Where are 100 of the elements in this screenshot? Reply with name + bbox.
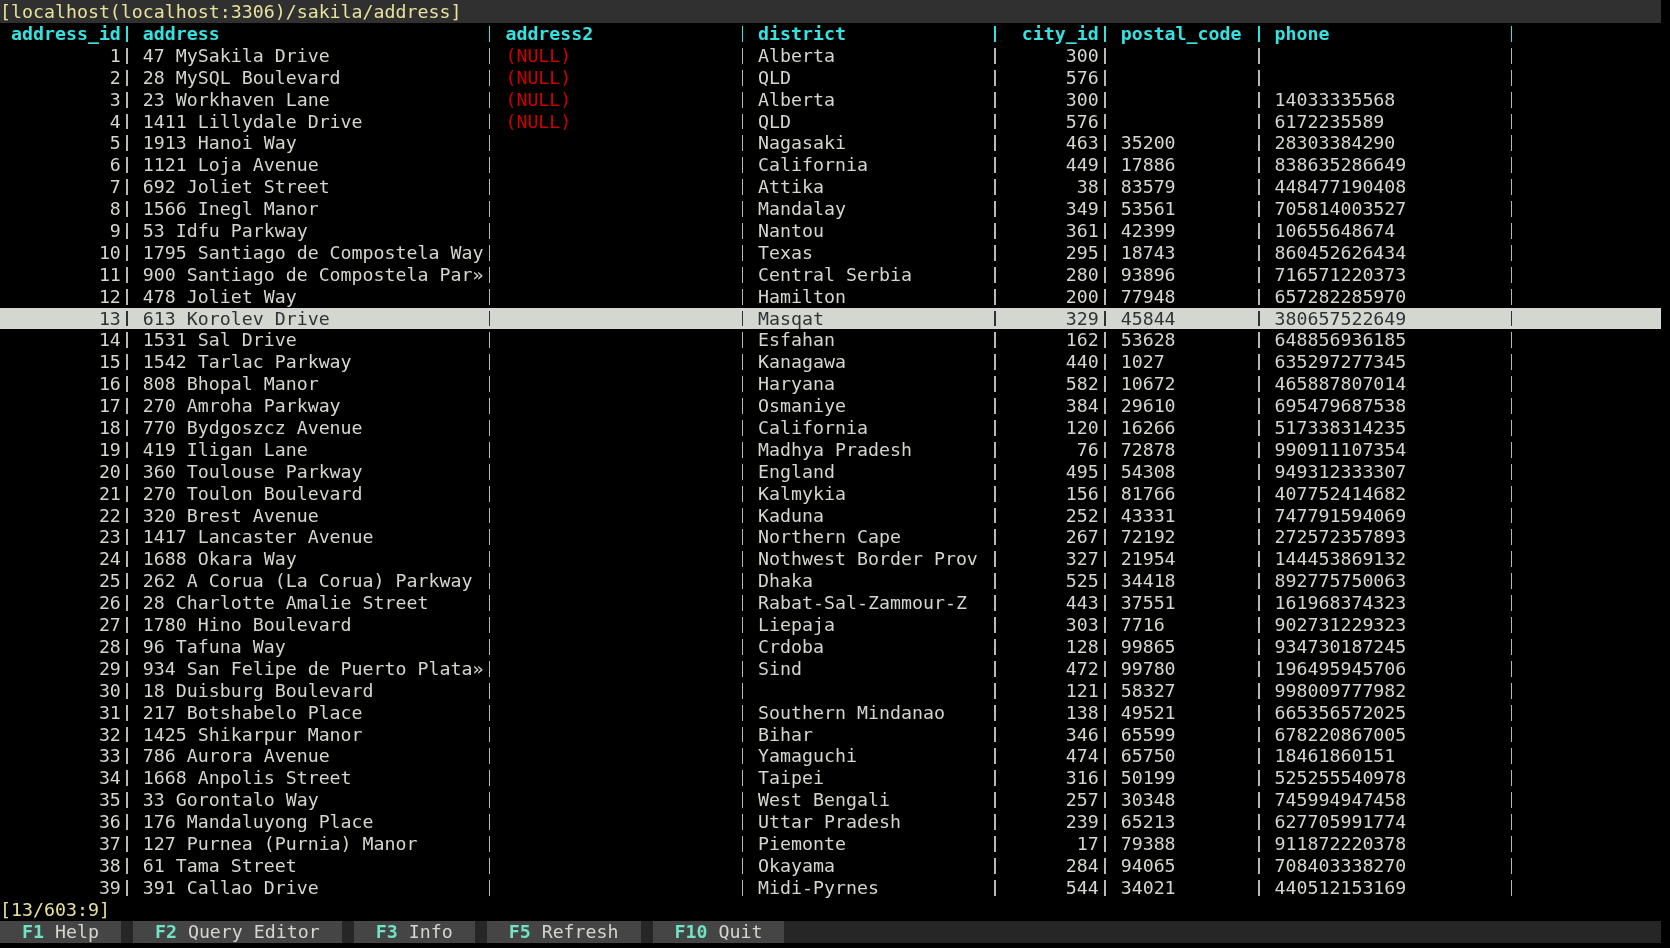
table-cell: 934730187245 [1274, 635, 1407, 658]
table-cell: 300 [1065, 88, 1099, 111]
table-row[interactable]: 29 934 San Felipe de Puerto Plata» Sind 472 99780 196495945706 [0, 657, 1670, 680]
table-row[interactable]: 17 270 Amroha Parkway Osmaniye 384 29610 695479687538 [0, 395, 1670, 418]
table-row[interactable]: 39 391 Callao Drive Midi-Pyrnes 544 34021 440512153169 [0, 876, 1670, 899]
table-cell: 8 [109, 198, 121, 220]
column-header: address2 [505, 23, 594, 45]
table-row[interactable]: 37 127 Purnea (Purnia) Manor Piemonte 17 79388 911872220378 [0, 832, 1670, 855]
table-row[interactable]: 22 320 Brest Avenue Kaduna 252 43331 747791594069 [0, 504, 1670, 527]
table-row[interactable]: 35 33 Gorontalo Way West Bengali 257 30348 745994947458 [0, 789, 1670, 812]
table-row[interactable]: 13 613 Korolev Drive Masqat 329 45844 380657522649 [0, 307, 1661, 330]
column-header: district [758, 23, 846, 45]
table-row[interactable]: 7 692 Joliet Street Attika 38 83579 448477190408 [0, 176, 1670, 199]
table-row[interactable]: 26 28 Charlotte Amalie Street Rabat-Sal-Zammour-Z 443 37551 161968374323 [0, 592, 1670, 615]
table-cell: 17 [98, 395, 121, 418]
status-text: [13/603:9] [0, 898, 110, 921]
table-row[interactable]: 9 53 Idfu Parkway Nantou 361 42399 10655648674 [0, 220, 1670, 242]
table-row[interactable]: 20 360 Toulouse Parkway England 495 54308 949312333307 [0, 460, 1670, 483]
table-row[interactable]: 12 478 Joliet Way Hamilton 200 77948 657282285970 [0, 285, 1670, 308]
table-cell: 33 [98, 745, 121, 768]
table-cell: 13 [98, 307, 121, 330]
table-cell: 391 Callao Drive [142, 876, 319, 899]
table-cell: 692 Joliet Street [142, 176, 330, 199]
table-cell: Attika [758, 176, 825, 199]
table-cell: 83579 [1120, 176, 1176, 199]
table-row[interactable]: 3 23 Workhaven Lane (NULL) Alberta 300 14033335568 [0, 88, 1670, 111]
table-cell: 33 Gorontalo Way [142, 789, 319, 812]
table-row[interactable]: 30 18 Duisburg Boulevard 121 58327 998009777982 [0, 679, 1670, 702]
table-row[interactable]: 36 176 Mandaluyong Place Uttar Pradesh 239 65213 627705991774 [0, 811, 1670, 833]
table-cell: 478 Joliet Way [142, 285, 297, 308]
table-cell: 1411 Lillydale Drive [142, 110, 363, 133]
table-row[interactable]: 16 808 Bhopal Manor Haryana 582 10672 465887807014 [0, 373, 1670, 396]
table-row[interactable]: 4 1411 Lillydale Drive (NULL) QLD 576 6172235589 [0, 110, 1670, 133]
table-row[interactable]: 33 786 Aurora Avenue Yamaguchi 474 65750 18461860151 [0, 745, 1670, 768]
table-cell: 745994947458 [1274, 789, 1407, 812]
table-cell: Northern Cape [758, 526, 901, 549]
table-row[interactable]: 31 217 Botshabelo Place Southern Mindanao 138 49521 665356572025 [0, 701, 1670, 724]
table-row[interactable]: 32 1425 Shikarpur Manor Bihar 346 65599 678220867005 [0, 723, 1670, 746]
null-value: (NULL) [505, 88, 572, 111]
table-cell: 949312333307 [1274, 460, 1407, 483]
table-row[interactable]: 21 270 Toulon Boulevard Kalmykia 156 81766 407752414682 [0, 482, 1670, 505]
column-header: postal_code [1120, 23, 1242, 45]
table-cell: 76 [1076, 438, 1099, 461]
table-cell: 161968374323 [1274, 592, 1407, 615]
table-cell: 17886 [1120, 154, 1176, 177]
table-cell: 6172235589 [1274, 110, 1385, 133]
table-cell: Haryana [758, 373, 836, 396]
table-row[interactable]: 1 47 MySakila Drive (NULL) Alberta 300 [0, 44, 1670, 67]
table-cell: 31 [98, 701, 121, 724]
table-cell: 120 [1065, 417, 1099, 439]
column-header: address_id [11, 23, 121, 45]
table-row[interactable]: 8 1566 Inegl Manor Mandalay 349 53561 705814003527 [0, 198, 1670, 220]
table-row[interactable]: 6 1121 Loja Avenue California 449 17886 838635286649 [0, 154, 1670, 177]
table-row[interactable]: 2 28 MySQL Boulevard (NULL) QLD 576 [0, 66, 1670, 89]
table-cell: 27 [98, 614, 121, 636]
table-cell: 30348 [1120, 789, 1176, 812]
table-cell: 1566 Inegl Manor [142, 198, 319, 220]
table-cell: 96 Tafuna Way [142, 635, 286, 658]
table-cell: 678220867005 [1274, 723, 1407, 746]
table-cell: 472 [1065, 657, 1099, 680]
table-cell: 838635286649 [1274, 154, 1407, 177]
table-cell: Dhaka [758, 570, 814, 593]
function-key-button[interactable]: F5 Refresh [486, 920, 641, 943]
table-cell: 25 [98, 570, 121, 593]
table-cell: 72192 [1120, 526, 1176, 549]
table-row[interactable]: 28 96 Tafuna Way Crdoba 128 99865 934730187245 [0, 635, 1670, 658]
table-cell: 495 [1065, 460, 1099, 483]
table-cell: 14033335568 [1274, 88, 1396, 111]
table-row[interactable]: 23 1417 Lancaster Avenue Northern Cape 267 72192 272572357893 [0, 526, 1670, 549]
table-cell: 900 Santiago de Compostela Par» [142, 263, 484, 286]
table-row[interactable]: 24 1688 Okara Way Nothwest Border Prov 327 21954 144453869132 [0, 548, 1670, 571]
table-cell: 5 [109, 132, 121, 155]
table-cell: 162 [1065, 329, 1099, 352]
table-row[interactable]: 14 1531 Sal Drive Esfahan 162 53628 648856936185 [0, 329, 1670, 352]
function-key-button[interactable]: F1 Help [0, 920, 121, 943]
table-row[interactable]: 15 1542 Tarlac Parkway Kanagawa 440 1027 635297277345 [0, 351, 1670, 374]
table-cell: 465887807014 [1274, 373, 1407, 396]
table-cell: 94065 [1120, 854, 1176, 877]
table-cell: 384 [1065, 395, 1099, 418]
function-key-button[interactable]: F10 Quit [652, 920, 785, 943]
table-row[interactable]: 10 1795 Santiago de Compostela Way Texas 295 18743 860452626434 [0, 241, 1670, 264]
table-row[interactable]: 19 419 Iligan Lane Madhya Pradesh 76 72878 990911107354 [0, 438, 1670, 461]
table-row[interactable]: 38 61 Tama Street Okayama 284 94065 708403338270 [0, 854, 1670, 877]
table-row[interactable]: 25 262 A Corua (La Corua) Parkway Dhaka 525 34418 892775750063 [0, 570, 1670, 593]
table-cell: 4 [109, 110, 121, 133]
table-cell: 1 [109, 44, 121, 67]
table-cell: 1027 [1120, 351, 1165, 374]
table-cell: 449 [1065, 154, 1099, 177]
table-cell: Okayama [758, 854, 836, 877]
table-cell: Texas [758, 241, 814, 264]
table-cell: 786 Aurora Avenue [142, 745, 330, 768]
table-row[interactable]: 11 900 Santiago de Compostela Par» Central Serbia 280 93896 716571220373 [0, 263, 1670, 286]
table-row[interactable]: 27 1780 Hino Boulevard Liepaja 303 7716 902731229323 [0, 614, 1670, 636]
table-row[interactable]: 5 1913 Hanoi Way Nagasaki 463 35200 28303384290 [0, 132, 1670, 155]
table-row[interactable]: 34 1668 Anpolis Street Taipei 316 50199 525255540978 [0, 767, 1670, 790]
table-row[interactable]: 18 770 Bydgoszcz Avenue California 120 16266 517338314235 [0, 417, 1670, 439]
table-cell: 419 Iligan Lane [142, 438, 308, 461]
function-key-button[interactable]: F3 Info [353, 920, 475, 943]
function-key-button[interactable]: F2 Query Editor [132, 920, 342, 943]
table-cell: 81766 [1120, 482, 1176, 505]
